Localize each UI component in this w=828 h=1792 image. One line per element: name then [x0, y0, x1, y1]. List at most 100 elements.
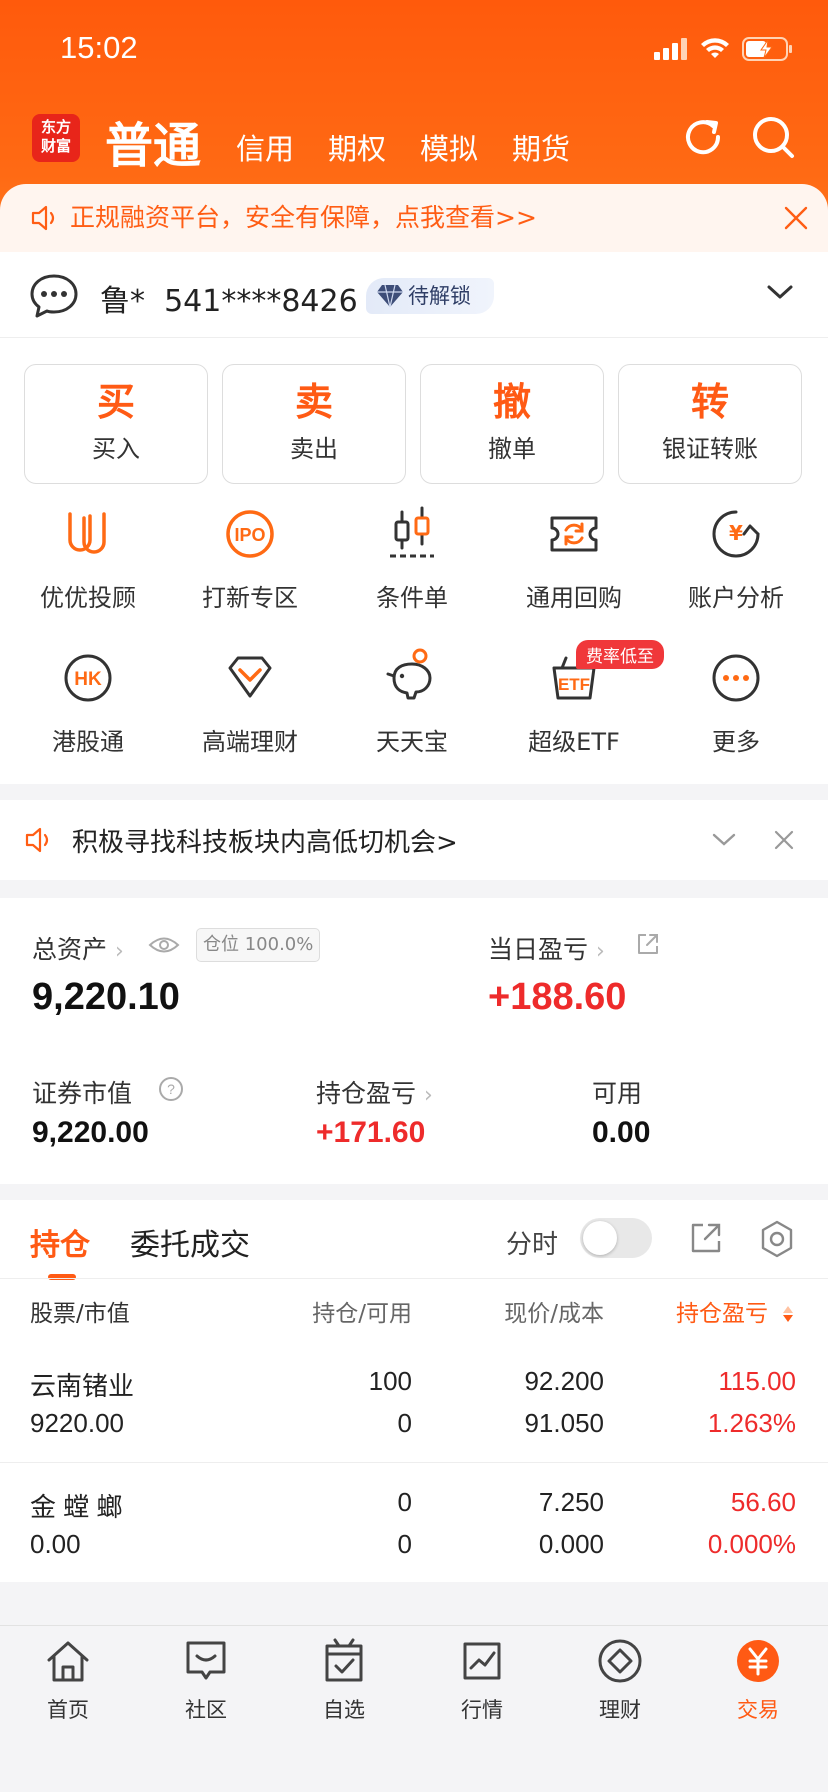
candlestick-icon: [390, 506, 434, 558]
stock-hold-qty: 0: [397, 1487, 412, 1517]
grid-item-premium-wealth[interactable]: 高端理财: [170, 648, 330, 757]
tab-credit[interactable]: 信用: [236, 126, 294, 168]
grid-item-repo[interactable]: 通用回购: [494, 504, 654, 613]
sell-button[interactable]: 卖 卖出: [222, 364, 406, 484]
yuan-chart-icon: ¥: [712, 510, 760, 558]
stock-avail-qty: 0: [397, 1529, 412, 1559]
market-tip-bar[interactable]: 积极寻找科技板块内高低切机会>: [0, 800, 828, 880]
grid-item-account-analysis[interactable]: ¥ 账户分析: [656, 504, 816, 613]
grid-label: 港股通: [52, 728, 124, 756]
account-selector[interactable]: 鲁* 541****8426 待解锁: [0, 252, 828, 338]
close-icon[interactable]: [784, 206, 808, 230]
tab-trade[interactable]: 交易: [698, 1636, 818, 1724]
hk-icon: HK: [64, 654, 112, 702]
grid-item-tiantianbao[interactable]: 天天宝: [332, 648, 492, 757]
table-row[interactable]: 金 螳 螂 0.00 0 0 7.250 0.000 56.60 0.000%: [0, 1462, 828, 1582]
eastmoney-logo: 东方 财富: [32, 114, 80, 162]
intraday-toggle[interactable]: [580, 1218, 652, 1258]
refresh-icon[interactable]: [680, 114, 726, 160]
tab-label: 首页: [47, 1698, 89, 1722]
svg-text:IPO: IPO: [234, 525, 265, 545]
grid-label: 账户分析: [688, 584, 784, 612]
transfer-big-char: 转: [690, 380, 729, 424]
header-stock: 股票/市值: [30, 1301, 130, 1327]
battery-charging-icon: [742, 37, 792, 61]
stock-cost: 0.000: [538, 1529, 604, 1559]
total-assets-label[interactable]: 总资产 ›: [32, 930, 124, 966]
tab-normal[interactable]: 普通: [105, 106, 201, 176]
active-tab-indicator: [48, 1274, 76, 1280]
stock-hold-qty: 100: [368, 1366, 412, 1396]
gem-icon: [228, 656, 272, 698]
watchlist-check-icon: [325, 1638, 363, 1682]
status-time: 15:02: [60, 30, 138, 65]
grid-item-more[interactable]: 更多: [656, 648, 816, 757]
grid-label: 条件单: [376, 584, 448, 612]
stock-name: 金 螳 螂: [30, 1492, 123, 1522]
close-icon[interactable]: [774, 830, 794, 850]
daily-pl-label[interactable]: 当日盈亏 ›: [488, 930, 605, 966]
header-pl-sortable[interactable]: 持仓盈亏: [676, 1294, 768, 1328]
daily-pl-value: +188.60: [488, 976, 627, 1018]
search-icon[interactable]: [750, 114, 796, 160]
grid-item-advisor[interactable]: 优优投顾: [8, 504, 168, 613]
sort-icon[interactable]: [782, 1304, 794, 1324]
tab-market[interactable]: 行情: [422, 1636, 542, 1724]
chevron-down-icon[interactable]: [712, 832, 736, 848]
tab-simulation[interactable]: 模拟: [420, 126, 478, 168]
stock-pl: 56.60: [730, 1487, 796, 1517]
available-value: 0.00: [592, 1116, 651, 1149]
table-row[interactable]: 云南锗业 9220.00 100 0 92.200 91.050 115.00 …: [0, 1350, 828, 1470]
eye-icon[interactable]: [148, 934, 180, 956]
tab-community[interactable]: 社区: [146, 1636, 266, 1724]
tab-watchlist[interactable]: 自选: [284, 1636, 404, 1724]
help-icon[interactable]: ?: [158, 1076, 184, 1102]
gear-icon[interactable]: [758, 1220, 796, 1258]
home-icon: [47, 1641, 89, 1682]
status-icons: [654, 36, 794, 62]
export-icon[interactable]: [690, 1222, 722, 1254]
sell-label: 卖出: [290, 435, 338, 463]
share-icon[interactable]: [636, 932, 660, 956]
tab-home[interactable]: 首页: [8, 1636, 128, 1724]
svg-text:¥: ¥: [729, 521, 743, 545]
buy-label: 买入: [92, 435, 140, 463]
grid-item-hk-connect[interactable]: HK 港股通: [8, 648, 168, 757]
bank-transfer-button[interactable]: 转 银证转账: [618, 364, 802, 484]
promo-notice-text[interactable]: 正规融资平台，安全有保障，点我查看>>: [70, 198, 537, 234]
grid-label: 更多: [712, 728, 760, 756]
tab-holdings[interactable]: 持仓: [30, 1220, 90, 1264]
repo-ticket-icon: [550, 516, 598, 552]
daily-pl-label-text: 当日盈亏: [488, 935, 589, 964]
stock-price: 7.250: [538, 1487, 604, 1517]
tab-options[interactable]: 期权: [328, 126, 386, 168]
chevron-down-icon[interactable]: [766, 282, 794, 302]
market-tip-text[interactable]: 积极寻找科技板块内高低切机会>: [72, 822, 458, 859]
cancel-order-button[interactable]: 撤 撤单: [420, 364, 604, 484]
tab-wealth[interactable]: 理财: [560, 1636, 680, 1724]
grid-label: 通用回购: [526, 584, 622, 612]
chevron-right-icon: ›: [595, 939, 605, 964]
svg-text:ETF: ETF: [558, 675, 590, 694]
market-chart-icon: [463, 1642, 501, 1680]
ipo-icon: IPO: [226, 510, 274, 558]
vip-badge[interactable]: 待解锁: [366, 278, 494, 314]
cellular-signal-icon: [654, 38, 687, 60]
promo-notice-bar[interactable]: 正规融资平台，安全有保障，点我查看>>: [0, 184, 828, 252]
grid-label: 打新专区: [202, 584, 298, 612]
buy-button[interactable]: 买 买入: [24, 364, 208, 484]
header-hold: 持仓/可用: [312, 1301, 412, 1327]
diamond-icon: [377, 284, 403, 308]
tab-futures[interactable]: 期货: [512, 126, 570, 168]
header-price: 现价/成本: [504, 1301, 604, 1327]
holding-pl-label[interactable]: 持仓盈亏 ›: [316, 1074, 433, 1110]
grid-item-ipo[interactable]: IPO 打新专区: [170, 504, 330, 613]
chevron-right-icon: ›: [423, 1083, 433, 1108]
stock-price: 92.200: [524, 1366, 604, 1396]
holding-pl-value: +171.60: [316, 1116, 426, 1149]
chat-bubble-icon: [30, 274, 78, 318]
grid-item-conditional-order[interactable]: 条件单: [332, 504, 492, 613]
grid-label: 高端理财: [202, 728, 298, 756]
tab-orders-trades[interactable]: 委托成交: [130, 1220, 250, 1264]
tab-label: 交易: [737, 1698, 779, 1722]
